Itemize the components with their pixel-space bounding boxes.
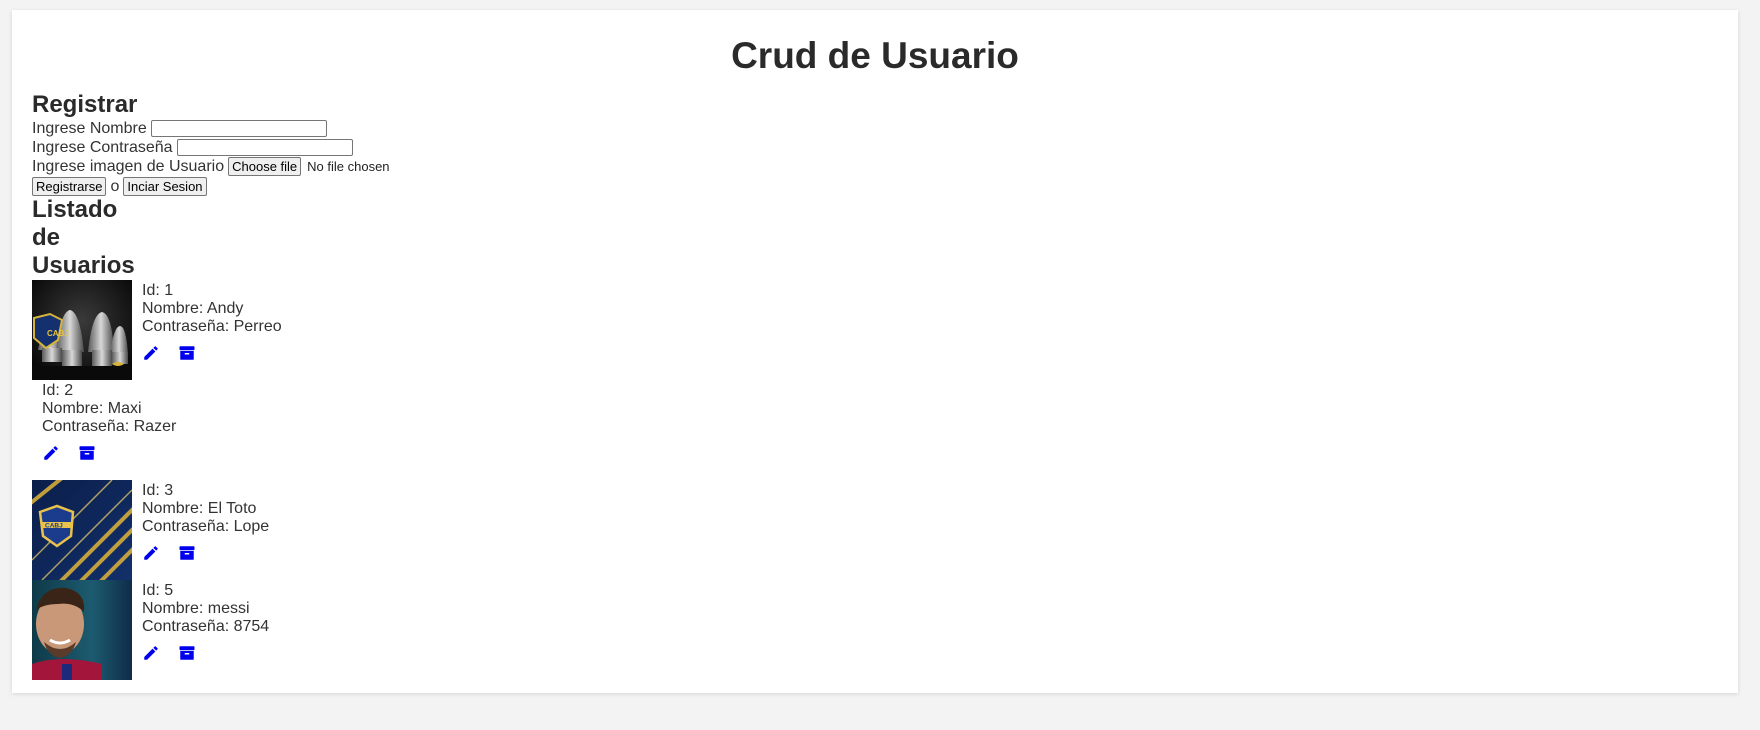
user-item: Id: 5 Nombre: messi Contraseña: 8754	[32, 580, 390, 680]
name-label: Ingrese Nombre	[32, 120, 147, 137]
users-list: CABJ Id: 1 Nombre: Andy Contraseña: Perr…	[32, 280, 390, 680]
user-password: Contraseña: Lope	[142, 518, 270, 535]
password-input[interactable]	[176, 139, 353, 156]
delete-archive-icon[interactable]	[178, 344, 196, 362]
user-photo-cabj-shield: CABJ	[32, 480, 132, 580]
user-name: Nombre: Andy	[142, 300, 244, 317]
users-list-heading: Listado de Usuarios	[32, 196, 135, 279]
user-id: Id: 1	[142, 282, 174, 299]
user-actions	[42, 444, 176, 462]
auth-buttons-row: Registrarse o Inciar Sesion	[32, 177, 390, 196]
user-info: Id: 5 Nombre: messi Contraseña: 8754	[142, 582, 269, 662]
password-label: Ingrese Contraseña	[32, 139, 173, 156]
login-button[interactable]: Inciar Sesion	[123, 177, 207, 196]
user-item: CABJ Id: 1 Nombre: Andy Contraseña: Perr…	[32, 280, 390, 380]
user-id: Id: 2	[42, 382, 74, 399]
edit-pencil-icon[interactable]	[142, 544, 160, 562]
choose-file-button[interactable]: Choose file	[228, 157, 302, 176]
svg-text:CABJ: CABJ	[45, 523, 63, 530]
register-button[interactable]: Registrarse	[32, 177, 107, 196]
delete-archive-icon[interactable]	[78, 444, 96, 462]
user-photo-trophies: CABJ	[32, 280, 132, 380]
user-actions	[142, 644, 269, 662]
user-photo-portrait	[32, 580, 132, 680]
edit-pencil-icon[interactable]	[142, 344, 160, 362]
user-info: Id: 1 Nombre: Andy Contraseña: Perreo	[142, 282, 282, 362]
edit-pencil-icon[interactable]	[42, 444, 60, 462]
svg-text:CABJ: CABJ	[47, 329, 69, 338]
delete-archive-icon[interactable]	[178, 644, 196, 662]
content: Registrar Ingrese Nombre Ingrese Contras…	[32, 91, 390, 680]
edit-pencil-icon[interactable]	[142, 644, 160, 662]
main-card: Crud de Usuario Registrar Ingrese Nombre…	[12, 10, 1738, 693]
user-password: Contraseña: Perreo	[142, 318, 282, 335]
user-password: Contraseña: 8754	[142, 618, 270, 635]
user-name: Nombre: messi	[142, 600, 250, 617]
name-row: Ingrese Nombre	[32, 119, 390, 138]
password-row: Ingrese Contraseña	[32, 138, 390, 157]
image-row: Ingrese imagen de Usuario Choose file No…	[32, 157, 390, 176]
delete-archive-icon[interactable]	[178, 544, 196, 562]
user-actions	[142, 544, 269, 562]
page-title: Crud de Usuario	[731, 35, 1019, 76]
user-id: Id: 3	[142, 482, 174, 499]
user-password: Contraseña: Razer	[42, 418, 177, 435]
image-label: Ingrese imagen de Usuario	[32, 158, 225, 175]
name-input[interactable]	[150, 120, 327, 137]
or-text: o	[110, 178, 120, 195]
user-actions	[142, 344, 282, 362]
register-heading: Registrar	[32, 91, 138, 118]
user-item: Id: 2 Nombre: Maxi Contraseña: Razer	[32, 380, 390, 480]
user-item: CABJ Id: 3 Nombre: El Toto Contraseña: L…	[32, 480, 390, 580]
user-info: Id: 2 Nombre: Maxi Contraseña: Razer	[42, 382, 176, 462]
user-id: Id: 5	[142, 582, 174, 599]
file-status: No file chosen	[307, 159, 390, 174]
user-name: Nombre: Maxi	[42, 400, 142, 417]
user-info: Id: 3 Nombre: El Toto Contraseña: Lope	[142, 482, 269, 562]
user-name: Nombre: El Toto	[142, 500, 257, 517]
